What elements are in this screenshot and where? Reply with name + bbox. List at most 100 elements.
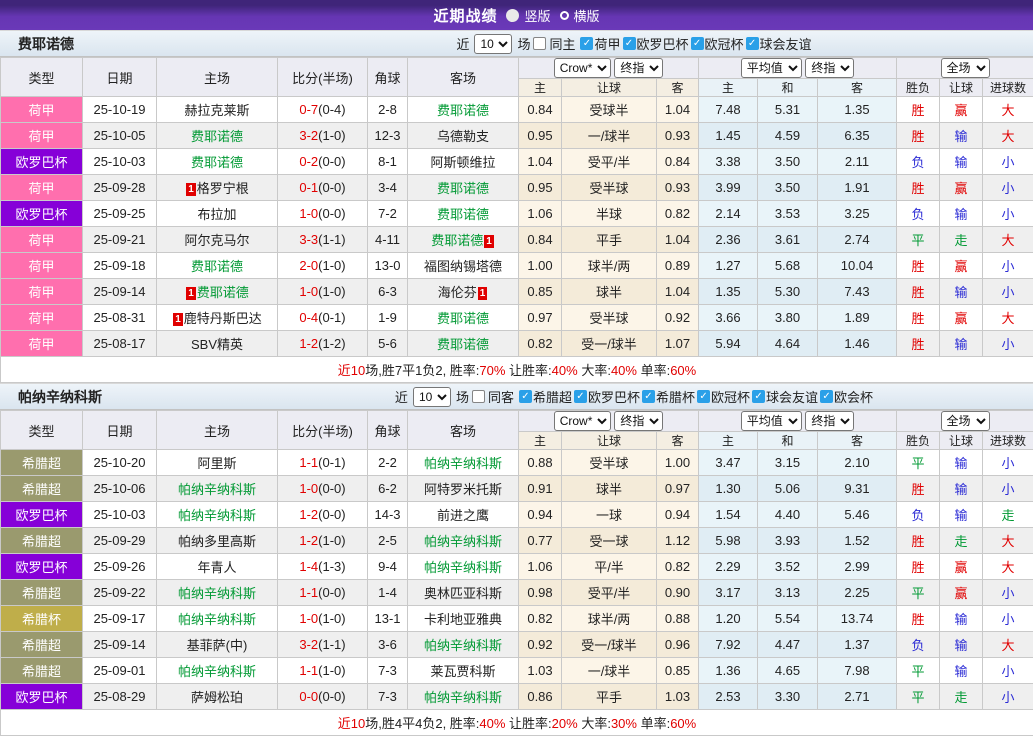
away-team-name: 乌德勒支 (437, 129, 489, 144)
final-odds-select-2[interactable]: 终指 (805, 58, 854, 78)
match-row: 荷甲 25-09-14 1费耶诺德 1-0(1-0) 6-3 海伦芬1 0.85… (1, 279, 1033, 305)
team-section-feyenoord: 费耶诺德 近 10 场 同主 ✓ 荷甲 ✓ 欧罗巴杯 ✓ 欧冠杯 ✓ 球会友谊 (0, 30, 1033, 383)
away-team-name: 前进之鹰 (437, 508, 489, 523)
half-time-score: (1-1) (318, 232, 345, 247)
league-filter-checkbox-checked-icon[interactable]: ✓ (519, 390, 532, 403)
col-handicap-home: 主 (519, 432, 562, 450)
avg-away-odds-cell: 10.04 (818, 253, 897, 279)
match-row: 欧罗巴杯 25-10-03 帕纳辛纳科斯 1-2(0-0) 14-3 前进之鹰 … (1, 502, 1033, 528)
league-filter-item[interactable]: ✓ 荷甲 (580, 34, 620, 53)
bookmaker-select[interactable]: Crow* (554, 411, 611, 431)
recent-count-select[interactable]: 10 (413, 387, 451, 407)
same-venue-checkbox[interactable] (472, 390, 485, 403)
half-time-score: (1-1) (318, 637, 345, 652)
league-filter-item[interactable]: ✓ 欧冠杯 (697, 387, 750, 406)
full-match-select[interactable]: 全场 (941, 411, 990, 431)
recent-count-select[interactable]: 10 (474, 34, 512, 54)
league-filter-label: 希腊超 (533, 387, 572, 406)
average-select[interactable]: 平均值 (741, 58, 802, 78)
league-filter-item[interactable]: ✓ 希腊杯 (642, 387, 695, 406)
score-cell: 0-0(0-0) (278, 684, 368, 710)
handicap-line-cell: 平/半 (562, 554, 657, 580)
league-filter-item[interactable]: ✓ 欧罗巴杯 (623, 34, 689, 53)
full-match-select[interactable]: 全场 (941, 58, 990, 78)
result-cell: 胜 (897, 253, 940, 279)
league-badge: 欧罗巴杯 (1, 554, 83, 580)
avg-away-odds-cell: 2.71 (818, 684, 897, 710)
avg-draw-odds-cell: 3.61 (758, 227, 818, 253)
away-team-name: 海伦芬 (438, 285, 477, 300)
home-team-cell: 帕纳辛纳科斯 (157, 658, 278, 684)
league-filter-checkbox-checked-icon[interactable]: ✓ (691, 37, 704, 50)
games-label: 场 (517, 34, 530, 53)
league-filter-checkbox-checked-icon[interactable]: ✓ (752, 390, 765, 403)
col-handicap-line: 让球 (562, 432, 657, 450)
match-date-cell: 25-09-14 (83, 279, 157, 305)
final-odds-select[interactable]: 终指 (614, 58, 663, 78)
league-filter-checkbox-checked-icon[interactable]: ✓ (697, 390, 710, 403)
handicap-result-cell: 输 (940, 149, 983, 175)
score-cell: 0-7(0-4) (278, 97, 368, 123)
league-badge: 希腊超 (1, 658, 83, 684)
league-filter-item[interactable]: ✓ 球会友谊 (752, 387, 818, 406)
league-filter-item[interactable]: ✓ 球会友谊 (746, 34, 812, 53)
away-team-name: 阿斯顿维拉 (430, 155, 495, 170)
team-section-panathinaikos: 帕纳辛纳科斯 近 10 场 同客 ✓ 希腊超 ✓ 欧罗巴杯 ✓ 希腊杯 ✓ 欧冠… (0, 383, 1033, 736)
handicap-away-odds-cell: 0.92 (657, 305, 699, 331)
league-filter-checkbox-checked-icon[interactable]: ✓ (746, 37, 759, 50)
league-filter-item[interactable]: ✓ 欧罗巴杯 (574, 387, 640, 406)
half-time-score: (1-0) (318, 611, 345, 626)
layout-radio-vertical[interactable]: 竖版 (506, 6, 550, 25)
league-filter-checkbox-checked-icon[interactable]: ✓ (623, 37, 636, 50)
final-odds-select[interactable]: 终指 (614, 411, 663, 431)
avg-home-odds-cell: 2.29 (699, 554, 758, 580)
avg-draw-odds-cell: 3.50 (758, 175, 818, 201)
layout-radio-horizontal[interactable]: 横版 (560, 6, 600, 25)
home-team-name: 阿尔克马尔 (184, 233, 249, 248)
page-title: 近期战绩 (433, 5, 497, 26)
corner-cell: 9-4 (368, 554, 408, 580)
league-filter-item[interactable]: ✓ 欧冠杯 (691, 34, 744, 53)
corner-cell: 3-4 (368, 175, 408, 201)
average-select[interactable]: 平均值 (741, 411, 802, 431)
handicap-line-cell: 球半 (562, 476, 657, 502)
league-filter-item[interactable]: ✓ 欧会杯 (820, 387, 873, 406)
col-handicap-result: 让球 (940, 432, 983, 450)
match-date-cell: 25-09-01 (83, 658, 157, 684)
away-team-cell: 阿斯顿维拉 (408, 149, 519, 175)
summary-part: 单率: (637, 716, 670, 731)
corner-cell: 4-11 (368, 227, 408, 253)
home-team-cell: 1鹿特丹斯巴达 (157, 305, 278, 331)
handicap-result-cell: 输 (940, 606, 983, 632)
col-avg-away: 客 (818, 432, 897, 450)
home-team-name: 帕纳辛纳科斯 (178, 586, 256, 601)
away-team-name: 费耶诺德 (437, 207, 489, 222)
half-time-score: (0-4) (318, 102, 345, 117)
league-filter-checkbox-checked-icon[interactable]: ✓ (820, 390, 833, 403)
handicap-line-cell: 受半球 (562, 305, 657, 331)
home-team-cell: 布拉加 (157, 201, 278, 227)
league-filter-item[interactable]: ✓ 希腊超 (519, 387, 572, 406)
home-team-name: SBV精英 (191, 337, 243, 352)
corner-cell: 12-3 (368, 123, 408, 149)
handicap-home-odds-cell: 0.95 (519, 123, 562, 149)
summary-part: 60% (670, 363, 696, 378)
avg-draw-odds-cell: 5.31 (758, 97, 818, 123)
handicap-result-cell: 输 (940, 658, 983, 684)
corner-cell: 6-2 (368, 476, 408, 502)
league-filter-checkbox-checked-icon[interactable]: ✓ (574, 390, 587, 403)
score-cell: 1-4(1-3) (278, 554, 368, 580)
result-cell: 平 (897, 580, 940, 606)
match-row: 荷甲 25-08-17 SBV精英 1-2(1-2) 5-6 费耶诺德 0.82… (1, 331, 1033, 357)
avg-draw-odds-cell: 5.54 (758, 606, 818, 632)
league-filter-checkbox-checked-icon[interactable]: ✓ (580, 37, 593, 50)
home-team-cell: SBV精英 (157, 331, 278, 357)
handicap-home-odds-cell: 1.03 (519, 658, 562, 684)
bookmaker-select[interactable]: Crow* (554, 58, 611, 78)
league-filter-checkbox-checked-icon[interactable]: ✓ (642, 390, 655, 403)
same-venue-checkbox[interactable] (533, 37, 546, 50)
final-odds-select-2[interactable]: 终指 (805, 411, 854, 431)
league-badge: 希腊超 (1, 632, 83, 658)
summary-part: 近10 (338, 363, 365, 378)
half-time-score: (0-0) (318, 689, 345, 704)
